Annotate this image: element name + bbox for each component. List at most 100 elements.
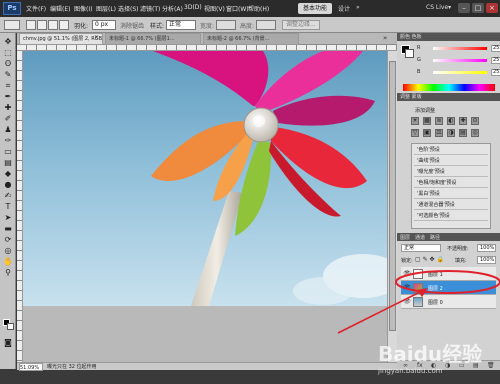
maximize-button[interactable]: □ <box>472 3 484 13</box>
vibrance-adjust-icon[interactable]: ▽ <box>411 129 419 137</box>
image-canvas[interactable] <box>23 51 387 306</box>
color-spectrum-bar[interactable] <box>403 84 495 91</box>
quick-select-tool-icon[interactable]: ✎ <box>2 70 14 79</box>
eyedropper-tool-icon[interactable]: ✒ <box>2 92 14 101</box>
menu-select[interactable]: 选择(S) <box>118 4 139 13</box>
type-tool-icon[interactable]: T <box>2 202 14 211</box>
pen-tool-icon[interactable]: ✍ <box>2 191 14 200</box>
hand-tool-icon[interactable]: ✋ <box>2 257 14 266</box>
layer-row[interactable]: 👁 图层 0 <box>401 295 496 309</box>
scrollbar-thumb[interactable] <box>389 61 396 331</box>
tab-overflow-icon[interactable]: » <box>383 34 387 42</box>
lasso-tool-icon[interactable]: ʘ <box>2 59 14 68</box>
red-value[interactable]: 255 <box>491 45 500 52</box>
cs-live-button[interactable]: CS Live▾ <box>426 4 451 11</box>
color-panel-header[interactable]: 颜色 色板 <box>397 33 500 41</box>
refine-edge-button[interactable]: 调整边缘... <box>282 20 320 30</box>
photo-filter-adjust-icon[interactable]: ▤ <box>459 129 467 137</box>
workspace-essentials-button[interactable]: 基本功能 <box>298 3 332 14</box>
height-input[interactable] <box>256 20 276 30</box>
levels-adjust-icon[interactable]: ▦ <box>423 117 431 125</box>
fill-input[interactable]: 100% <box>477 256 496 264</box>
document-tab-active[interactable]: chmv.jpg @ 51.1% (图层 2, RGB/8#) <box>19 33 103 45</box>
background-color-swatch[interactable] <box>7 323 14 330</box>
red-slider-track[interactable] <box>433 47 487 50</box>
preset-exposure[interactable]: '曝光度'预设 <box>414 168 488 177</box>
hue-saturation-adjust-icon[interactable]: ▣ <box>423 129 431 137</box>
style-select[interactable]: 正常 <box>166 20 196 30</box>
red-slider[interactable]: R 255 <box>417 45 500 52</box>
canvas-empty-area[interactable] <box>23 306 387 362</box>
exposure-adjust-icon[interactable]: ◐ <box>447 117 455 125</box>
workspace-more[interactable]: » <box>356 4 360 11</box>
tool-preset-picker[interactable] <box>4 20 20 30</box>
vertical-scrollbar[interactable] <box>387 51 397 362</box>
document-tab-2[interactable]: 未标题-1 @ 66.7% (图层1... <box>105 33 201 45</box>
eraser-tool-icon[interactable]: ▭ <box>2 147 14 156</box>
antialias-checkbox[interactable]: 消除锯齿 <box>120 21 144 30</box>
tab-layers[interactable]: 图层 <box>400 234 410 241</box>
lock-icons[interactable]: ▢ ✎ ✥ 🔒 <box>415 256 444 263</box>
color-background-swatch[interactable] <box>405 49 414 58</box>
green-slider-track[interactable] <box>433 59 487 62</box>
crop-tool-icon[interactable]: ⌗ <box>2 81 14 90</box>
intersect-selection-mode[interactable] <box>59 20 69 30</box>
move-tool-icon[interactable]: ✥ <box>2 37 14 46</box>
preset-levels[interactable]: '色阶'预设 <box>414 146 488 155</box>
gradient-tool-icon[interactable]: ▤ <box>2 158 14 167</box>
path-selection-tool-icon[interactable]: ➤ <box>2 213 14 222</box>
new-selection-mode[interactable] <box>26 20 36 30</box>
layer-name[interactable]: 图层 2 <box>428 285 443 292</box>
invert-adjust-icon[interactable]: ✚ <box>459 117 467 125</box>
blur-tool-icon[interactable]: ◆ <box>2 169 14 178</box>
blue-slider[interactable]: B 255 <box>417 69 500 76</box>
preset-curves[interactable]: '曲线'预设 <box>414 157 488 166</box>
menu-analysis[interactable]: 分析(A) <box>162 4 183 13</box>
blue-slider-track[interactable] <box>433 71 487 74</box>
preset-hue-saturation[interactable]: '色相/饱和度'预设 <box>414 179 488 188</box>
width-input[interactable] <box>216 20 236 30</box>
preset-black-white[interactable]: '黑白'预设 <box>414 190 488 199</box>
history-brush-tool-icon[interactable]: ✑ <box>2 136 14 145</box>
document-tab-3[interactable]: 未标题-2 @ 66.7% (背景... <box>203 33 299 45</box>
preset-selective-color[interactable]: '可选颜色'预设 <box>414 212 488 221</box>
menu-edit[interactable]: 编辑(E) <box>50 4 70 13</box>
menu-view[interactable]: 视图(V) <box>204 4 225 13</box>
adjustments-panel-header[interactable]: 调整 蒙版 <box>397 93 500 101</box>
shape-tool-icon[interactable]: ▬ <box>2 224 14 233</box>
close-tab-icon[interactable]: × <box>94 34 99 41</box>
visibility-eye-icon[interactable]: 👁 <box>403 284 411 292</box>
menu-window[interactable]: 窗口(W) <box>226 4 249 13</box>
color-balance-adjust-icon[interactable]: ⚖ <box>435 129 443 137</box>
blend-mode-select[interactable]: 正常 <box>401 244 441 252</box>
layer-name[interactable]: 图层 0 <box>428 299 443 306</box>
preset-channel-mixer[interactable]: '通道混合器'预设 <box>414 201 488 210</box>
blue-value[interactable]: 255 <box>491 69 500 76</box>
menu-layer[interactable]: 图层(L) <box>96 4 116 13</box>
green-value[interactable]: 255 <box>491 57 500 64</box>
3d-rotate-tool-icon[interactable]: ⟳ <box>2 235 14 244</box>
menu-image[interactable]: 图像(I) <box>74 4 92 13</box>
brush-tool-icon[interactable]: ✐ <box>2 114 14 123</box>
selective-color-adjust-icon[interactable]: ⊙ <box>471 117 479 125</box>
tab-paths[interactable]: 路径 <box>430 234 440 241</box>
menu-help[interactable]: 帮助(H) <box>248 4 269 13</box>
status-info-text[interactable]: 曝光只在 32 位起作用 <box>47 363 97 371</box>
visibility-eye-icon[interactable]: 👁 <box>403 298 411 306</box>
zoom-level-field[interactable]: 51.09% <box>19 363 43 371</box>
green-slider[interactable]: G 255 <box>417 57 500 64</box>
healing-brush-tool-icon[interactable]: ✚ <box>2 103 14 112</box>
clone-stamp-tool-icon[interactable]: ♟ <box>2 125 14 134</box>
feather-input[interactable]: 0 px <box>92 20 116 30</box>
dodge-tool-icon[interactable]: ● <box>2 180 14 189</box>
close-button[interactable]: × <box>486 3 498 13</box>
opacity-input[interactable]: 100% <box>477 244 496 252</box>
menu-filter[interactable]: 滤镜(T) <box>140 4 160 13</box>
visibility-eye-icon[interactable]: 👁 <box>403 270 411 278</box>
tab-channels[interactable]: 通道 <box>415 234 425 241</box>
layer-row[interactable]: 👁 图层 1 <box>401 267 496 281</box>
menu-3d[interactable]: 3D(D) <box>184 4 202 11</box>
workspace-design[interactable]: 设计 <box>338 4 350 13</box>
brightness-adjust-icon[interactable]: ☀ <box>411 117 419 125</box>
curves-adjust-icon[interactable]: ≋ <box>435 117 443 125</box>
